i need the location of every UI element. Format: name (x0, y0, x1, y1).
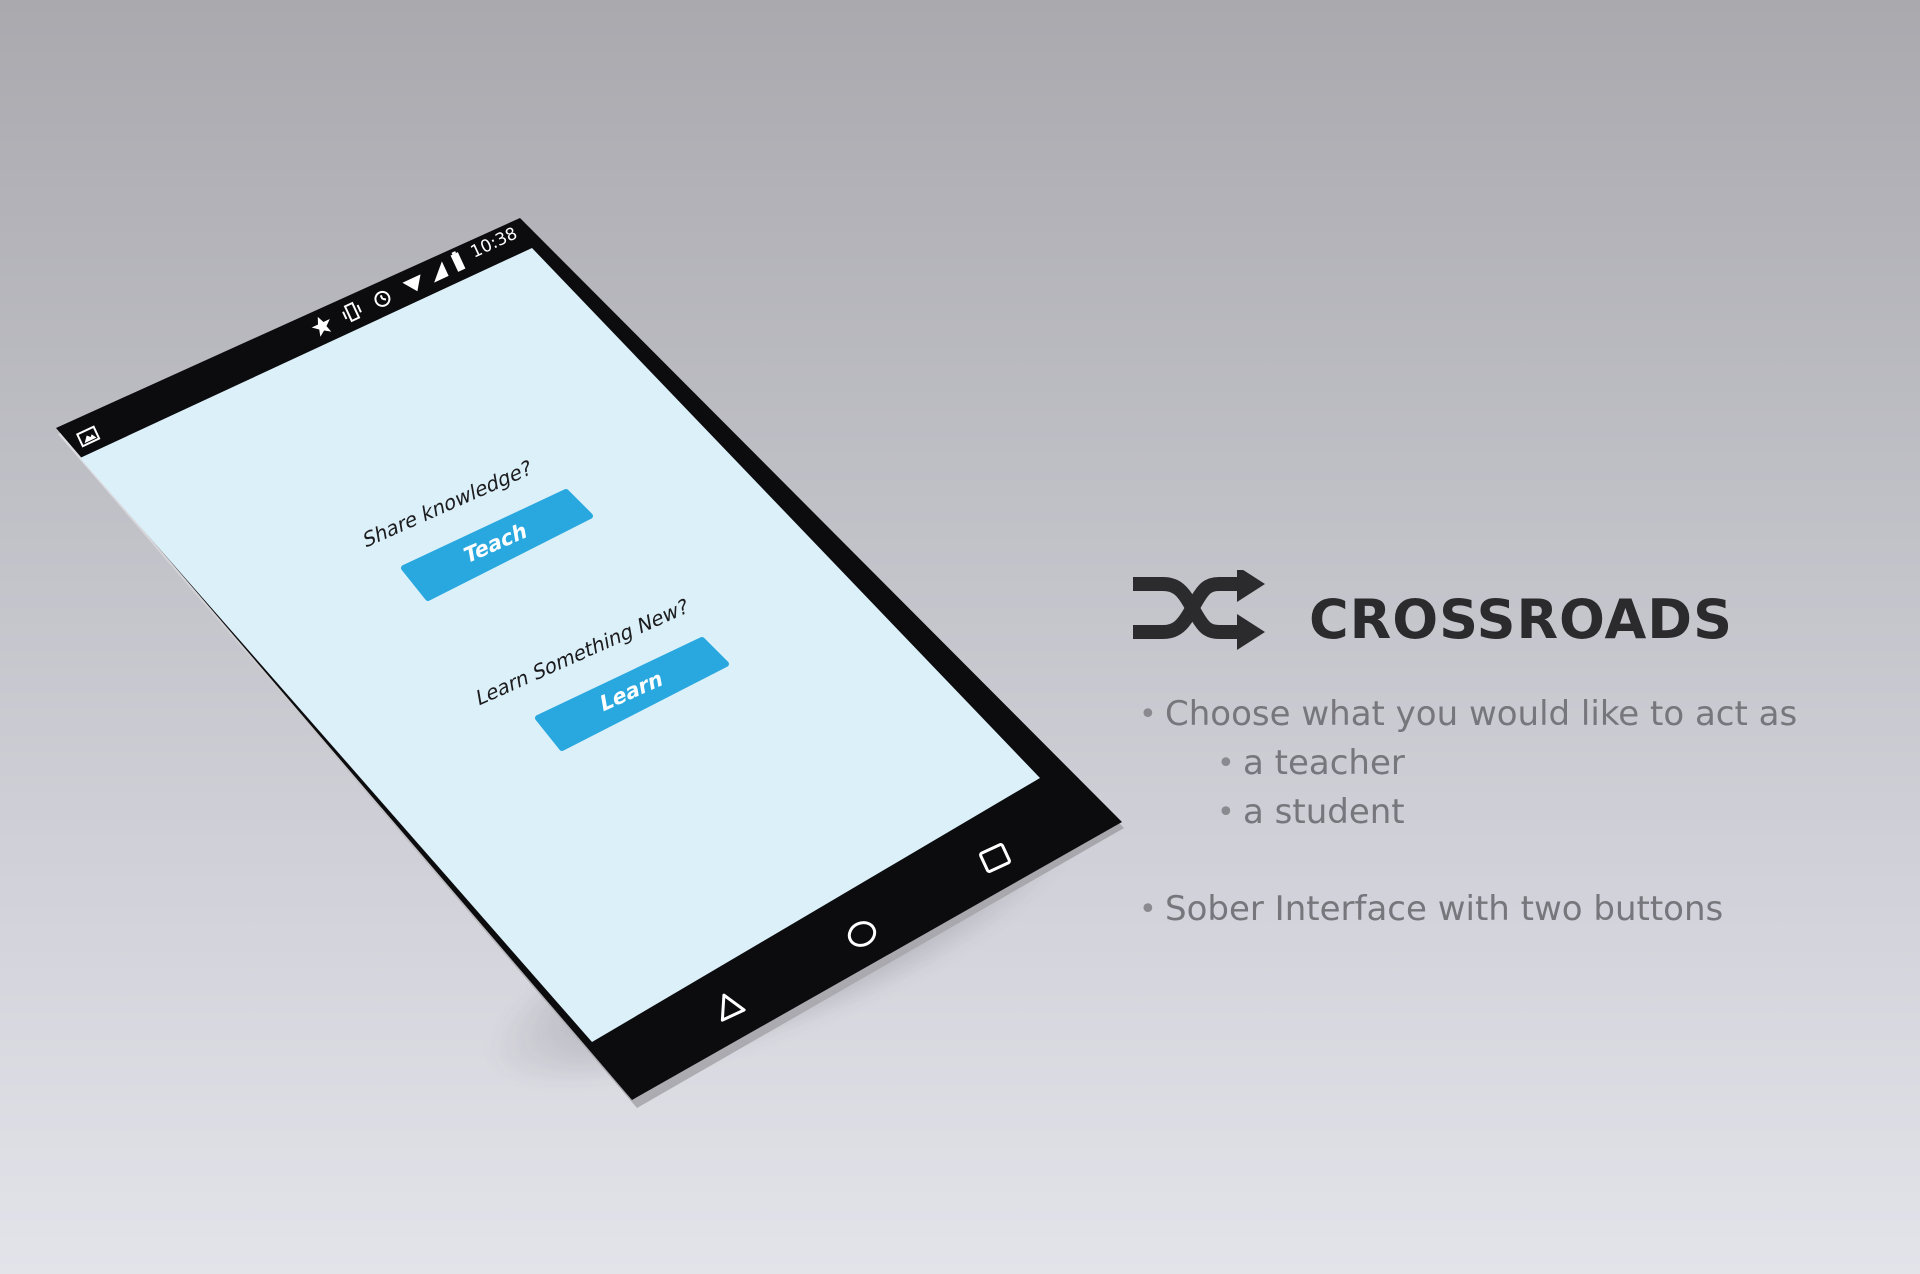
feature-item: • Choose what you would like to act as •… (1135, 690, 1895, 837)
bullet-icon: • (1217, 795, 1235, 830)
option-student: a student (1243, 792, 1405, 832)
option-item: • a student (1213, 788, 1895, 837)
feature-item: • Sober Interface with two buttons (1135, 885, 1895, 934)
brand-header: CROSSROADS (1133, 570, 1753, 670)
bullet-icon: • (1139, 697, 1157, 732)
bullet-icon: • (1217, 746, 1235, 781)
feature-note: Sober Interface with two buttons (1165, 889, 1724, 929)
shuffle-icon (1133, 570, 1265, 650)
spacer (1135, 837, 1895, 885)
option-list: • a teacher • a student (1165, 739, 1895, 837)
feature-list: • Choose what you would like to act as •… (1135, 690, 1895, 934)
bullet-icon: • (1139, 892, 1157, 927)
app-title: CROSSROADS (1309, 588, 1734, 651)
feature-intro: Choose what you would like to act as (1165, 694, 1798, 734)
option-item: • a teacher (1213, 739, 1895, 788)
option-teacher: a teacher (1243, 743, 1405, 783)
